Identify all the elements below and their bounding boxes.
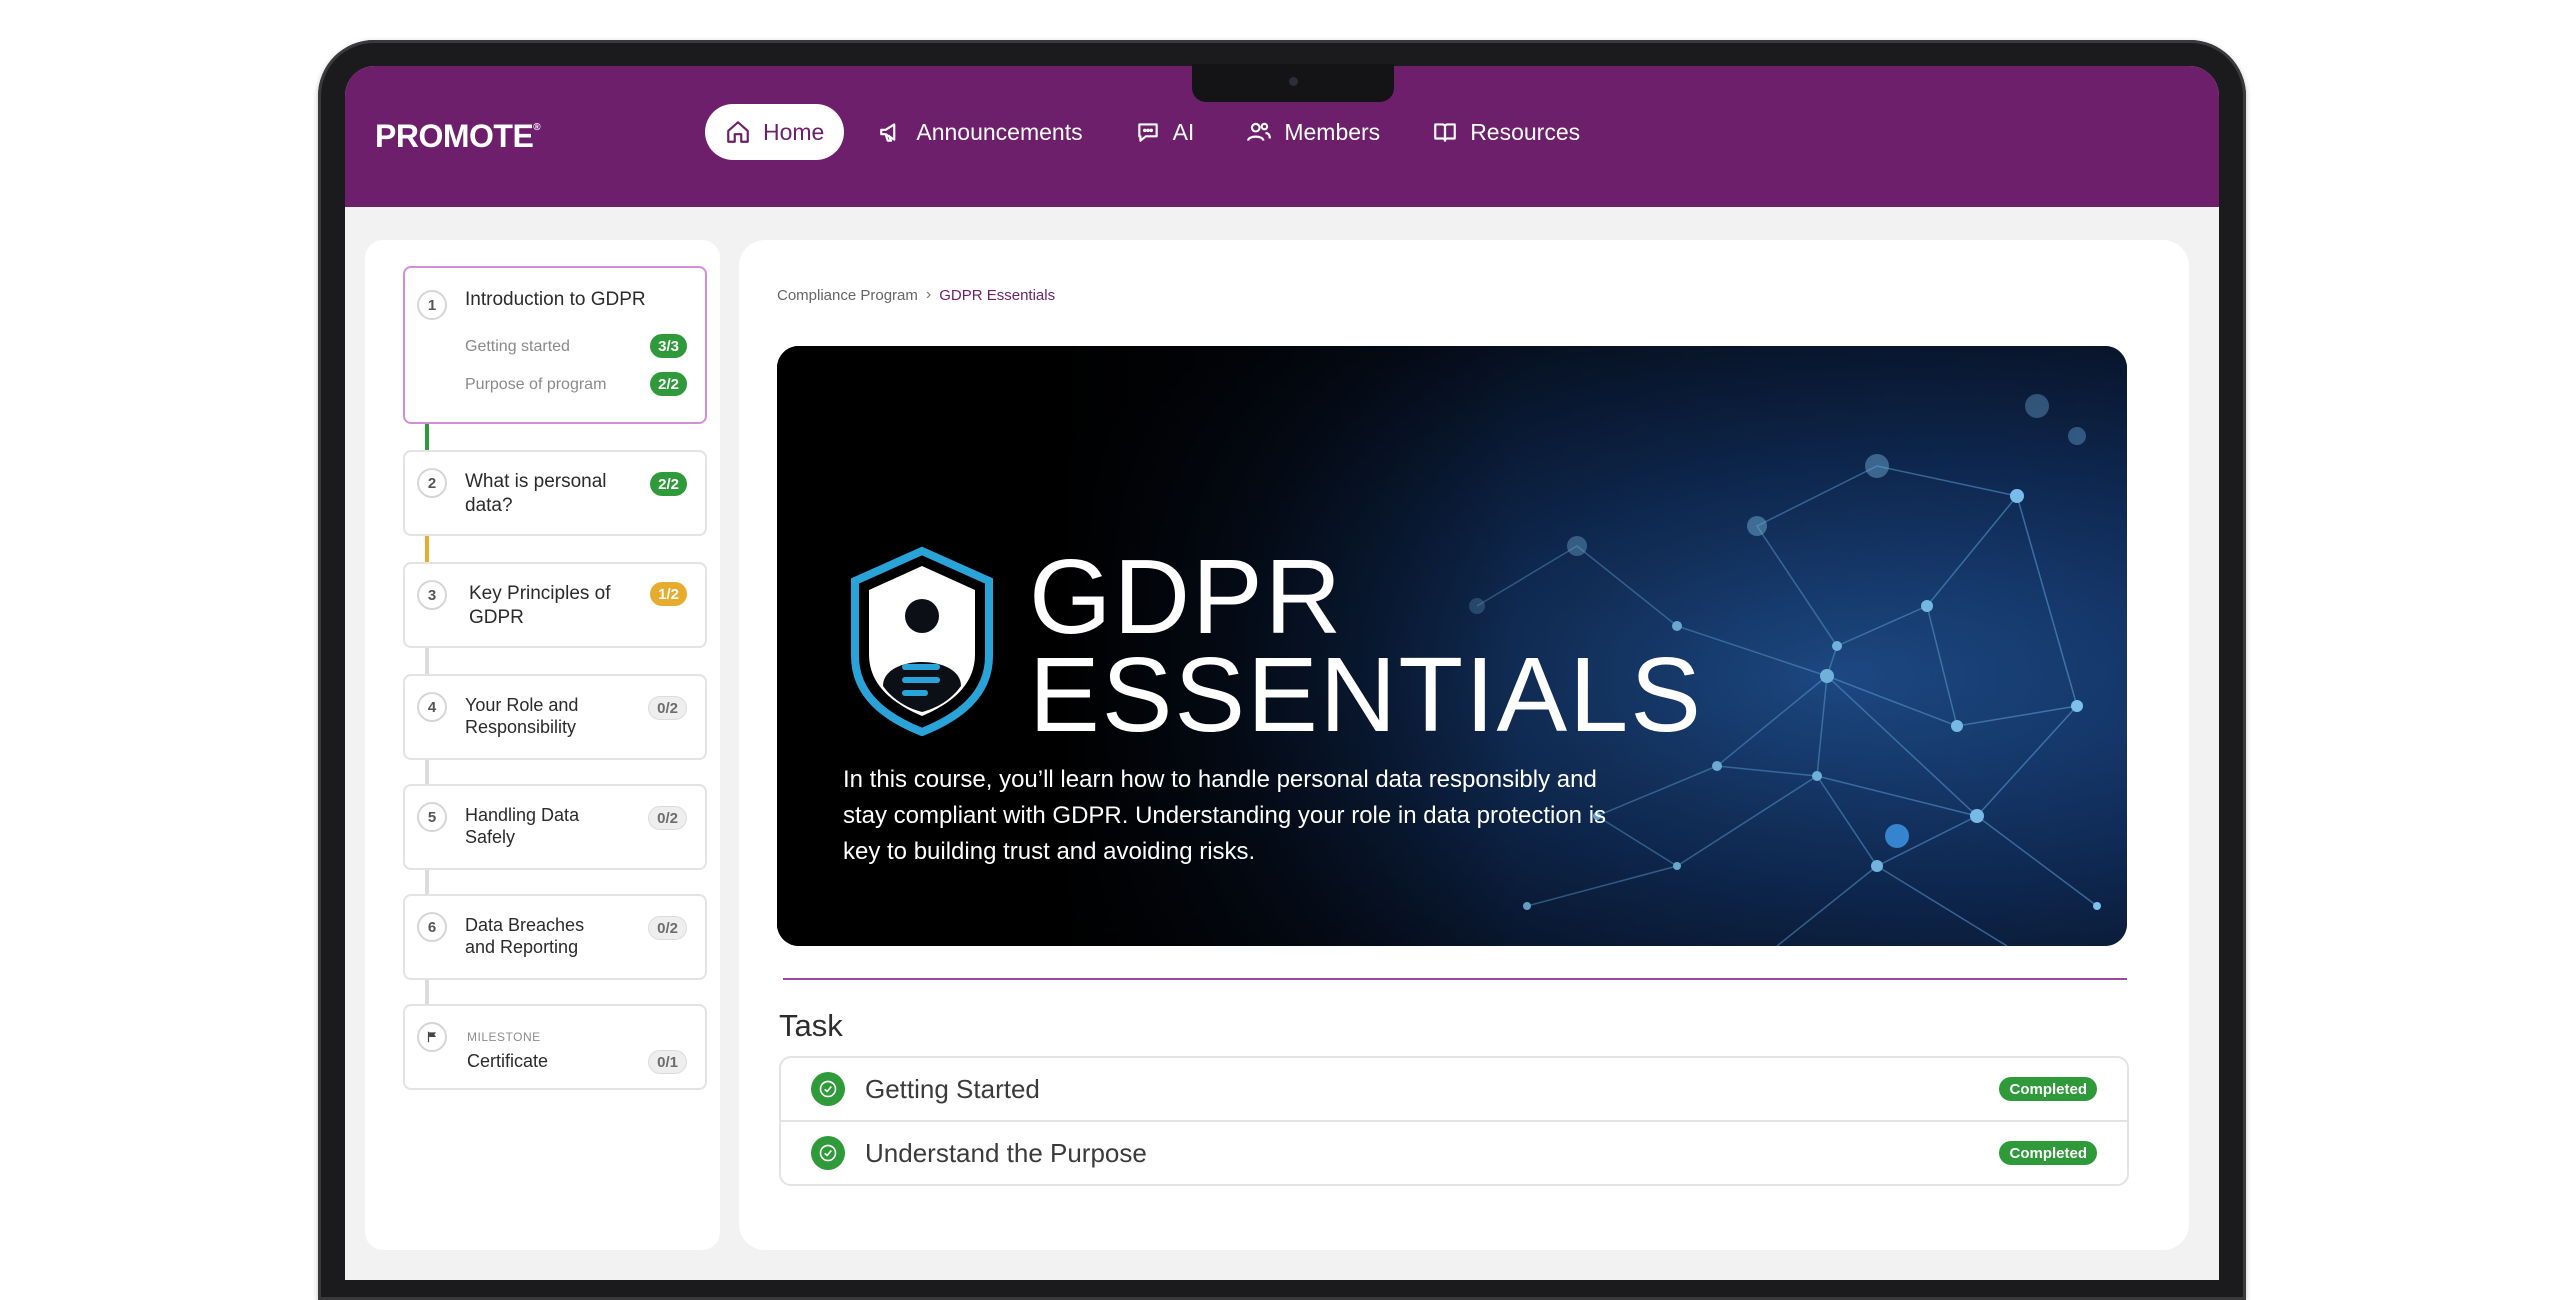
module-3[interactable]: 3 Key Principles of GDPR 1/2 — [405, 564, 705, 646]
nav-members-label: Members — [1284, 118, 1381, 145]
lesson-progress-badge: 3/3 — [650, 334, 687, 358]
course-hero-banner: GDPR ESSENTIALS In this course, you’ll l… — [777, 346, 2127, 946]
breadcrumb: Compliance Program › GDPR Essentials — [777, 286, 1055, 304]
breadcrumb-current: GDPR Essentials — [939, 286, 1056, 304]
module-number: 1 — [417, 290, 447, 320]
task-row[interactable]: Understand the Purpose Completed — [781, 1120, 2127, 1184]
book-icon — [1434, 123, 1457, 142]
milestone-title: Certificate — [467, 1051, 549, 1071]
nav-home-label: Home — [763, 118, 825, 145]
module-number: 2 — [417, 468, 447, 498]
milestone-progress-badge: 0/1 — [648, 1050, 687, 1074]
milestone-marker — [417, 1022, 447, 1052]
module-title: Data Breaches and Reporting — [465, 915, 585, 957]
course-outline-sidebar: 1 Introduction to GDPR Getting started 3… — [365, 240, 720, 1250]
module-progress-badge: 1/2 — [650, 582, 687, 606]
course-title-line2: ESSENTIALS — [1029, 636, 1703, 754]
status-badge: Completed — [1999, 1141, 2097, 1165]
home-icon — [727, 121, 749, 143]
module-title: Introduction to GDPR — [465, 289, 646, 310]
section-divider — [783, 978, 2127, 980]
camera-notch — [1192, 64, 1394, 102]
nav-announcements[interactable]: Announcements — [860, 104, 1100, 160]
nav-announcements-label: Announcements — [916, 118, 1083, 145]
status-badge: Completed — [1999, 1077, 2097, 1101]
module-progress-badge: 2/2 — [650, 472, 687, 496]
task-name: Understand the Purpose — [865, 1137, 1147, 1168]
task-row[interactable]: Getting Started Completed — [781, 1058, 2127, 1120]
module-number: 4 — [417, 692, 447, 722]
lesson-getting-started[interactable]: Getting started — [465, 338, 570, 356]
module-5[interactable]: 5 Handling Data Safely 0/2 — [405, 786, 705, 868]
nav-home[interactable]: Home — [705, 104, 845, 160]
module-6[interactable]: 6 Data Breaches and Reporting 0/2 — [405, 896, 705, 978]
module-number: 5 — [417, 802, 447, 832]
chat-bubble-icon — [1137, 123, 1158, 142]
megaphone-icon — [880, 123, 896, 142]
nav-ai[interactable]: AI — [1117, 104, 1213, 160]
promote-logo[interactable]: PROMOTE® — [375, 118, 541, 155]
check-circle-icon — [811, 1072, 845, 1106]
course-description: In this course, you’ll learn how to hand… — [843, 766, 1607, 865]
module-title: Your Role and Responsibility — [465, 695, 579, 737]
task-name: Getting Started — [865, 1073, 1040, 1104]
lesson-progress-badge: 2/2 — [650, 372, 687, 396]
module-title: Key Principles of GDPR — [469, 583, 611, 628]
module-progress-badge: 0/2 — [648, 806, 687, 830]
task-list: Getting Started Completed Understand the… — [779, 1056, 2129, 1186]
flag-icon — [427, 1031, 437, 1043]
module-2[interactable]: 2 What is personal data? 2/2 — [405, 452, 705, 534]
nav-resources[interactable]: Resources — [1414, 104, 1598, 160]
lesson-purpose-of-program[interactable]: Purpose of program — [465, 376, 606, 394]
gdpr-shield-icon — [851, 546, 993, 736]
camera-icon — [1289, 77, 1298, 86]
check-circle-icon — [811, 1136, 845, 1170]
users-icon — [1247, 122, 1272, 142]
module-title: What is personal data? — [465, 471, 607, 516]
nav-ai-label: AI — [1172, 118, 1195, 145]
module-number: 6 — [417, 912, 447, 942]
task-heading: Task — [779, 1008, 843, 1043]
module-title: Handling Data Safely — [465, 805, 580, 847]
main-nav: Home Announcements AI Members Resources — [705, 104, 1614, 160]
milestone-certificate[interactable]: MILESTONE Certificate 0/1 — [405, 1006, 705, 1088]
milestone-label: MILESTONE — [467, 1030, 541, 1044]
nav-resources-label: Resources — [1470, 118, 1581, 145]
chevron-right-icon: › — [925, 286, 932, 303]
breadcrumb-parent-link[interactable]: Compliance Program — [777, 287, 918, 304]
main-content-panel: Compliance Program › GDPR Essentials GDP… — [739, 240, 2189, 1250]
module-1[interactable]: 1 Introduction to GDPR Getting started 3… — [405, 268, 705, 422]
module-progress-badge: 0/2 — [648, 696, 687, 720]
module-4[interactable]: 4 Your Role and Responsibility 0/2 — [405, 676, 705, 758]
nav-members[interactable]: Members — [1228, 104, 1398, 160]
module-number: 3 — [417, 580, 447, 610]
app-screen: PROMOTE® Home Announcements AI Members R… — [345, 66, 2219, 1280]
course-title-line1: GDPR — [1029, 538, 1344, 656]
module-progress-badge: 0/2 — [648, 916, 687, 940]
